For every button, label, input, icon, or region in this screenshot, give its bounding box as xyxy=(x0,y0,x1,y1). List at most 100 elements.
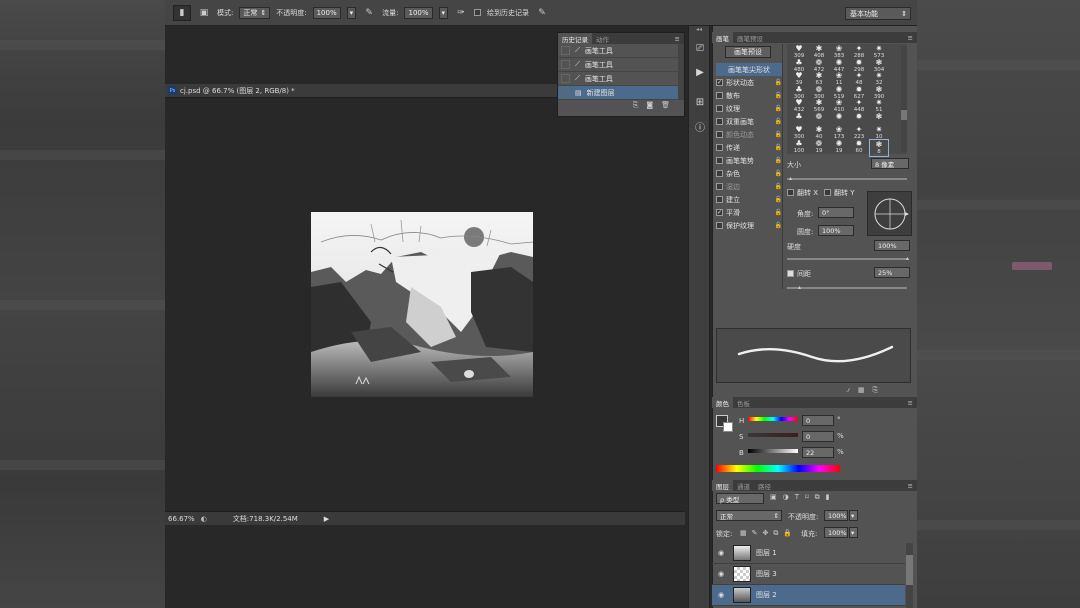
roundness-field[interactable]: 100% xyxy=(818,225,854,236)
lock-icon[interactable]: 🔓 xyxy=(775,196,782,203)
lock-artboard-icon[interactable]: ⧉ xyxy=(773,529,778,538)
actions-play-icon[interactable]: ▶ xyxy=(691,63,709,81)
lock-transparent-icon[interactable]: ▦ xyxy=(740,529,747,538)
panel-menu-icon[interactable]: ≡ xyxy=(908,34,913,42)
fill-dropdown[interactable]: ▾ xyxy=(849,527,858,538)
size-slider-handle[interactable]: ▴ xyxy=(789,175,792,182)
history-row-active[interactable]: ▤ 新建图层 xyxy=(558,86,678,100)
history-checkbox[interactable] xyxy=(474,9,482,16)
lock-icon[interactable]: 🔓 xyxy=(775,79,782,86)
brush-option-row[interactable]: ✓ 形状动态 🔓 xyxy=(716,76,782,89)
history-scrollbar[interactable] xyxy=(678,44,684,100)
brush-option-checkbox[interactable] xyxy=(716,170,723,177)
properties-dock-icon[interactable]: ⊞ xyxy=(691,93,709,111)
new-preset-icon[interactable]: ⎘ xyxy=(872,386,878,395)
tab-brush-presets[interactable]: 画笔预设 xyxy=(733,32,767,43)
brush-option-row[interactable]: 画笔笔尖形状 xyxy=(716,63,782,76)
history-row[interactable]: ⟋ 画笔工具 xyxy=(558,44,678,58)
lock-icon[interactable]: 🔓 xyxy=(775,209,782,216)
tab-history[interactable]: 历史记录 xyxy=(558,33,592,44)
brush-option-checkbox[interactable] xyxy=(716,222,723,229)
flip-y-checkbox[interactable] xyxy=(824,189,832,196)
flip-x-checkbox[interactable] xyxy=(787,189,794,196)
brush-tip[interactable]: ❃ 8 xyxy=(869,138,889,157)
tab-paths[interactable]: 路径 xyxy=(754,480,775,491)
spacing-slider[interactable] xyxy=(787,287,907,289)
smart-object-filter-icon[interactable]: ⧉ xyxy=(815,493,820,502)
fill-field[interactable]: 100% xyxy=(824,527,848,538)
brush-option-checkbox[interactable] xyxy=(716,118,723,125)
angle-field[interactable]: 0° xyxy=(818,207,854,218)
tab-color[interactable]: 颜色 xyxy=(712,397,733,408)
background-color-swatch[interactable] xyxy=(723,422,733,432)
flow-dropdown-button[interactable]: ▾ xyxy=(438,6,449,19)
tab-brush[interactable]: 画笔 xyxy=(712,32,733,43)
lock-icon[interactable]: 🔓 xyxy=(775,157,782,164)
brush-panel-toggle-icon[interactable]: ▣ xyxy=(197,6,211,20)
lock-icon[interactable]: 🔓 xyxy=(775,118,782,125)
size-slider[interactable] xyxy=(787,178,907,180)
brush-presets-button[interactable]: 画笔预设 xyxy=(725,46,771,58)
brush-tip-grid[interactable]: ♥ 309 ✱ 408 ❀ 383 ✦ 288 ✷ 573 ♣ 480 ❁ 472 ✺ 447 ✹ 298 ❃ 304… xyxy=(787,44,907,157)
brush-option-checkbox[interactable] xyxy=(716,144,723,151)
brush-option-row[interactable]: 传递 🔓 xyxy=(716,141,782,154)
trash-icon[interactable]: 🗑 xyxy=(661,101,670,110)
info-icon[interactable]: ⓘ xyxy=(691,117,709,135)
brush-tip[interactable]: ✹ 60 xyxy=(849,139,869,157)
brush-option-checkbox[interactable] xyxy=(716,105,723,112)
tab-swatches[interactable]: 色板 xyxy=(733,397,754,408)
lock-icon[interactable]: 🔓 xyxy=(775,105,782,112)
new-document-from-state-icon[interactable]: ⎘ xyxy=(633,101,639,110)
status-menu-arrow-icon[interactable]: ▶ xyxy=(324,515,329,523)
brush-tool-preset-icon[interactable]: ▮ xyxy=(173,4,191,21)
history-dock-icon[interactable]: ⎚ xyxy=(691,39,709,57)
brush-option-checkbox[interactable] xyxy=(716,131,723,138)
layer-opacity-field[interactable]: 100% xyxy=(824,510,848,521)
shape-filter-icon[interactable]: ⌑ xyxy=(805,493,809,502)
brush-option-row[interactable]: 保护纹理 🔓 xyxy=(716,219,782,232)
spacing-checkbox[interactable] xyxy=(787,270,794,277)
hardness-field[interactable]: 100% xyxy=(874,240,910,251)
saturation-slider[interactable] xyxy=(748,433,798,437)
history-row[interactable]: ⟋ 画笔工具 xyxy=(558,58,678,72)
brush-option-checkbox[interactable] xyxy=(716,183,723,190)
panel-menu-icon[interactable]: ≡ xyxy=(908,399,913,407)
lock-icon[interactable]: 🔓 xyxy=(775,222,782,229)
filter-toggle-icon[interactable]: ▮ xyxy=(826,493,830,502)
lock-position-icon[interactable]: ✥ xyxy=(763,529,769,538)
layer-row-active[interactable]: ◉ 图层 2 xyxy=(712,585,905,606)
camera-icon[interactable]: ◙ xyxy=(646,101,653,110)
hardness-slider-handle[interactable]: ▴ xyxy=(906,255,909,262)
lock-icon[interactable]: 🔓 xyxy=(775,183,782,190)
lock-icon[interactable]: 🔓 xyxy=(775,92,782,99)
brush-grid-icon[interactable]: ▦ xyxy=(858,386,865,395)
tab-actions[interactable]: 动作 xyxy=(592,33,613,44)
tip-grid-scrollbar[interactable] xyxy=(901,46,907,152)
tab-channels[interactable]: 通道 xyxy=(733,480,754,491)
airbrush-icon[interactable]: ✑ xyxy=(454,6,468,20)
size-field[interactable]: 8 像素 xyxy=(871,158,909,169)
zoom-level[interactable]: 66.67% xyxy=(168,515,195,523)
history-row[interactable]: ⟋ 画笔工具 xyxy=(558,72,678,86)
hue-slider[interactable] xyxy=(748,417,798,421)
lock-icon[interactable]: 🔓 xyxy=(775,170,782,177)
h-field[interactable]: 0 xyxy=(802,415,834,426)
brush-option-row[interactable]: 杂色 🔓 xyxy=(716,167,782,180)
brush-option-row[interactable]: 湿边 🔓 xyxy=(716,180,782,193)
brush-option-row[interactable]: 纹理 🔓 xyxy=(716,102,782,115)
s-field[interactable]: 0 xyxy=(802,431,834,442)
brush-option-row[interactable]: 颜色动态 🔓 xyxy=(716,128,782,141)
brush-option-row[interactable]: 双重画笔 🔓 xyxy=(716,115,782,128)
color-spectrum-ramp[interactable] xyxy=(716,465,840,472)
collapse-arrows-icon[interactable]: ◂◂ xyxy=(689,26,709,36)
eye-icon[interactable]: ◉ xyxy=(718,549,728,557)
layer-filter-select[interactable]: ρ 类型 xyxy=(716,493,764,504)
history-source-box[interactable] xyxy=(561,46,570,55)
flow-field[interactable]: 100% xyxy=(404,6,433,19)
brush-option-row[interactable]: 建立 🔓 xyxy=(716,193,782,206)
tab-layers[interactable]: 图层 xyxy=(712,480,733,491)
brush-tip[interactable]: ❁ 19 xyxy=(809,139,829,157)
layer-opacity-dropdown[interactable]: ▾ xyxy=(849,510,858,521)
opacity-field[interactable]: 100% xyxy=(312,6,341,19)
brush-tip[interactable]: ✺ 19 xyxy=(829,139,849,157)
